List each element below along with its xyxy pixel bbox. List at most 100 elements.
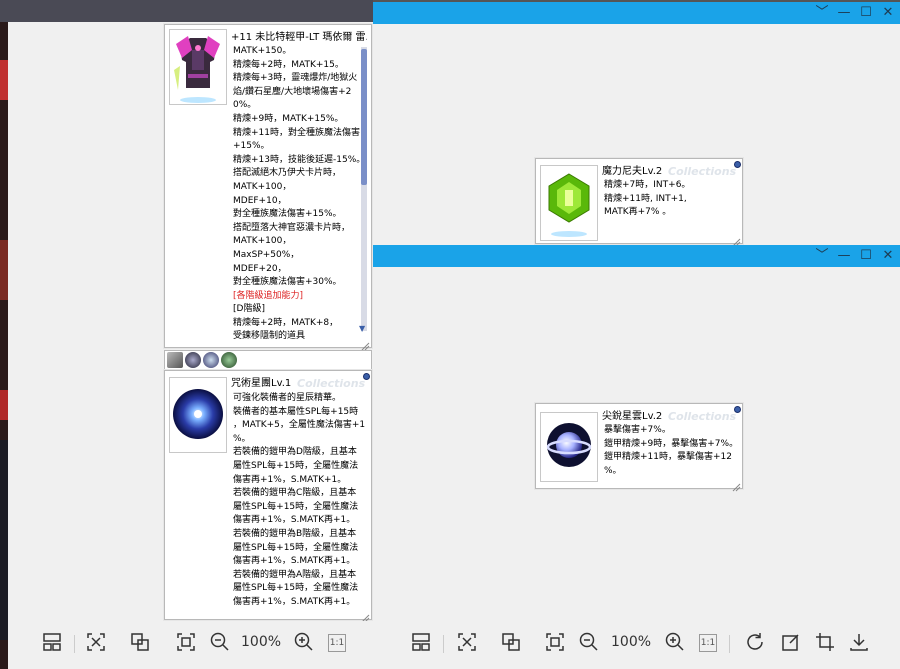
description-line: MaxSP+50%，	[233, 249, 300, 260]
description-line: 精煉每+3時，靈魂爆炸/地獄火	[233, 73, 358, 84]
armor-image	[169, 29, 227, 105]
zoom-level: 100%	[241, 634, 282, 650]
description-line: 鎧甲精煉+11時，暴擊傷害+12	[604, 452, 732, 463]
thumbnail-view-icon[interactable]	[40, 631, 64, 655]
card-slot-bar	[164, 350, 372, 370]
maximize-icon[interactable]: ☐	[854, 2, 878, 24]
star-circle-description: 可強化裝備者的星辰精華。裝備者的基本屬性SPL每+15時 ，MATK+5，全屬性魔…	[233, 392, 369, 610]
description-line: 0%。	[233, 100, 257, 111]
description-line: MATK+100，	[233, 236, 292, 247]
original-size-icon[interactable]	[499, 631, 523, 655]
original-size-icon[interactable]	[128, 631, 152, 655]
zoom-in-icon[interactable]	[663, 631, 687, 655]
description-line: 對全種族魔法傷害+15%。	[233, 209, 342, 220]
fit-window-icon[interactable]	[543, 631, 567, 655]
description-line: 屬性SPL每+15時，全屬性魔法	[233, 460, 359, 471]
slot-icon-2[interactable]	[185, 352, 201, 368]
close-icon[interactable]	[363, 373, 370, 380]
description-line: +15%。	[233, 141, 270, 152]
close-icon[interactable]	[734, 161, 741, 168]
download-icon[interactable]	[847, 631, 871, 655]
fullscreen-icon[interactable]	[455, 631, 479, 655]
armor-title: +11 未比特輕甲-LT 瑪依爾 雷...	[231, 32, 367, 43]
description-line: 精煉+11時，對全種族魔法傷害	[233, 127, 360, 138]
chevron-down-icon[interactable]: ﹀	[810, 2, 834, 24]
description-line: %。	[233, 433, 251, 444]
description-line: 精煉+11時, INT+1,	[604, 193, 687, 204]
zoom-out-icon[interactable]	[208, 631, 232, 655]
desktop-background	[0, 0, 8, 669]
description-line: 若裝備的鎧甲為D階級，且基本	[233, 447, 357, 458]
description-line: ，MATK+5，全屬性魔法傷害+1	[233, 420, 366, 431]
armor-scroll-thumb[interactable]	[361, 49, 367, 185]
description-line: 焰/鑽石星塵/大地壞場傷害+2	[233, 86, 352, 97]
slot-icon-3[interactable]	[203, 352, 219, 368]
sharp-star-image	[540, 412, 598, 482]
description-line: 精煉+9時，MATK+15%。	[233, 113, 344, 124]
description-line: MDEF+20，	[233, 263, 287, 274]
resize-grip-icon[interactable]	[360, 336, 370, 351]
slot-icon-4[interactable]	[221, 352, 237, 368]
image-viewer-left: +11 未比特輕甲-LT 瑪依爾 雷... MATK+150。精煉每+2時，MA…	[8, 22, 373, 669]
description-line: MDEF+10，	[233, 195, 287, 206]
description-line: [D階級]	[233, 304, 265, 315]
description-line: 傷害再+1%，S.MATK再+1。	[233, 596, 356, 607]
armor-tooltip: +11 未比特輕甲-LT 瑪依爾 雷... MATK+150。精煉每+2時，MA…	[164, 24, 372, 351]
description-line: 精煉+13時，技能後延遲-15%。	[233, 154, 361, 165]
close-window-icon[interactable]: ✕	[876, 2, 900, 24]
slot-icon-1[interactable]	[167, 352, 183, 368]
minimize-icon[interactable]: —	[832, 2, 856, 24]
description-line: 精煉每+2時，MATK+15。	[233, 59, 344, 70]
window-titlebar: ﹀ — ☐ ✕	[373, 2, 900, 24]
scroll-down-icon[interactable]: ▼	[359, 325, 369, 333]
description-line: MATK+150。	[233, 46, 292, 56]
resize-grip-icon[interactable]	[731, 232, 741, 247]
thumbnail-view-icon[interactable]	[409, 631, 433, 655]
description-line: 傷害再+1%，S.MATK+1。	[233, 474, 347, 485]
zoom-level: 100%	[611, 634, 652, 650]
description-line: 精煉+7時，INT+6。	[604, 180, 691, 190]
fit-window-icon[interactable]	[174, 631, 198, 655]
description-line: 傷害再+1%，S.MATK再+1。	[233, 515, 356, 526]
description-line: 若裝備的鎧甲為A階級，且基本	[233, 569, 357, 580]
close-icon[interactable]	[734, 406, 741, 413]
sharp-star-title: 尖銳星雲Lv.2	[602, 411, 663, 422]
star-circle-image	[169, 377, 227, 453]
sharp-star-description: 暴擊傷害+7%。鎧甲精煉+9時，暴擊傷害+7%。 鎧甲精煉+11時，暴擊傷害+12…	[604, 424, 740, 478]
minimize-icon[interactable]: —	[832, 245, 856, 267]
chevron-down-icon[interactable]: ﹀	[810, 245, 834, 267]
description-line: 搭配滅絕木乃伊犬卡片時，	[233, 168, 342, 179]
viewer-toolbar-left: 100% 1:1	[8, 621, 373, 669]
resize-grip-icon[interactable]	[731, 477, 741, 492]
magic-nif-image	[540, 165, 598, 241]
description-line: 可強化裝備者的星辰精華。	[233, 393, 342, 403]
description-line: 鎧甲精煉+9時，暴擊傷害+7%。	[604, 438, 739, 449]
description-line: MATK+100，	[233, 181, 292, 192]
zoom-out-icon[interactable]	[577, 631, 601, 655]
fullscreen-icon[interactable]	[84, 631, 108, 655]
rotate-icon[interactable]	[743, 631, 767, 655]
resize-grip-icon[interactable]	[360, 608, 370, 623]
description-line: 若裝備的鎧甲為C階級，且基本	[233, 488, 357, 499]
viewer-toolbar-right: 100% 1:1	[373, 621, 900, 669]
image-viewer-right-bottom: ﹀ — ☐ ✕ Collections 尖銳星雲Lv.2 暴擊傷害+7%。 鎧甲…	[373, 245, 900, 669]
description-line: 傷害再+1%，S.MATK再+1。	[233, 556, 356, 567]
star-circle-title: 咒術星團Lv.1	[231, 378, 292, 389]
desktop-background-top	[0, 0, 373, 22]
image-viewer-right-top: ﹀ — ☐ ✕ Collections 魔力尼夫Lv.2 精煉+7時，INT+6…	[373, 2, 900, 247]
edit-icon[interactable]	[779, 631, 803, 655]
armor-description: MATK+150。精煉每+2時，MATK+15。精煉每+3時，靈魂爆炸/地獄火焰…	[233, 45, 361, 343]
zoom-in-icon[interactable]	[292, 631, 316, 655]
description-line: MATK再+7% 。	[604, 207, 672, 218]
actual-size-button[interactable]: 1:1	[699, 634, 717, 652]
description-line: 暴擊傷害+7%。	[604, 425, 671, 435]
close-window-icon[interactable]: ✕	[876, 245, 900, 267]
description-line: 裝備者的基本屬性SPL每+15時	[233, 406, 359, 417]
maximize-icon[interactable]: ☐	[854, 245, 878, 267]
crop-icon[interactable]	[813, 631, 837, 655]
description-line: 若裝備的鎧甲為B階級，且基本	[233, 528, 357, 539]
star-circle-tooltip: Collections 咒術星團Lv.1 可強化裝備者的星辰精華。 裝備者的基本屬…	[164, 370, 372, 623]
actual-size-button[interactable]: 1:1	[328, 634, 346, 652]
description-line: %。	[604, 465, 622, 476]
magic-nif-title: 魔力尼夫Lv.2	[602, 166, 663, 177]
